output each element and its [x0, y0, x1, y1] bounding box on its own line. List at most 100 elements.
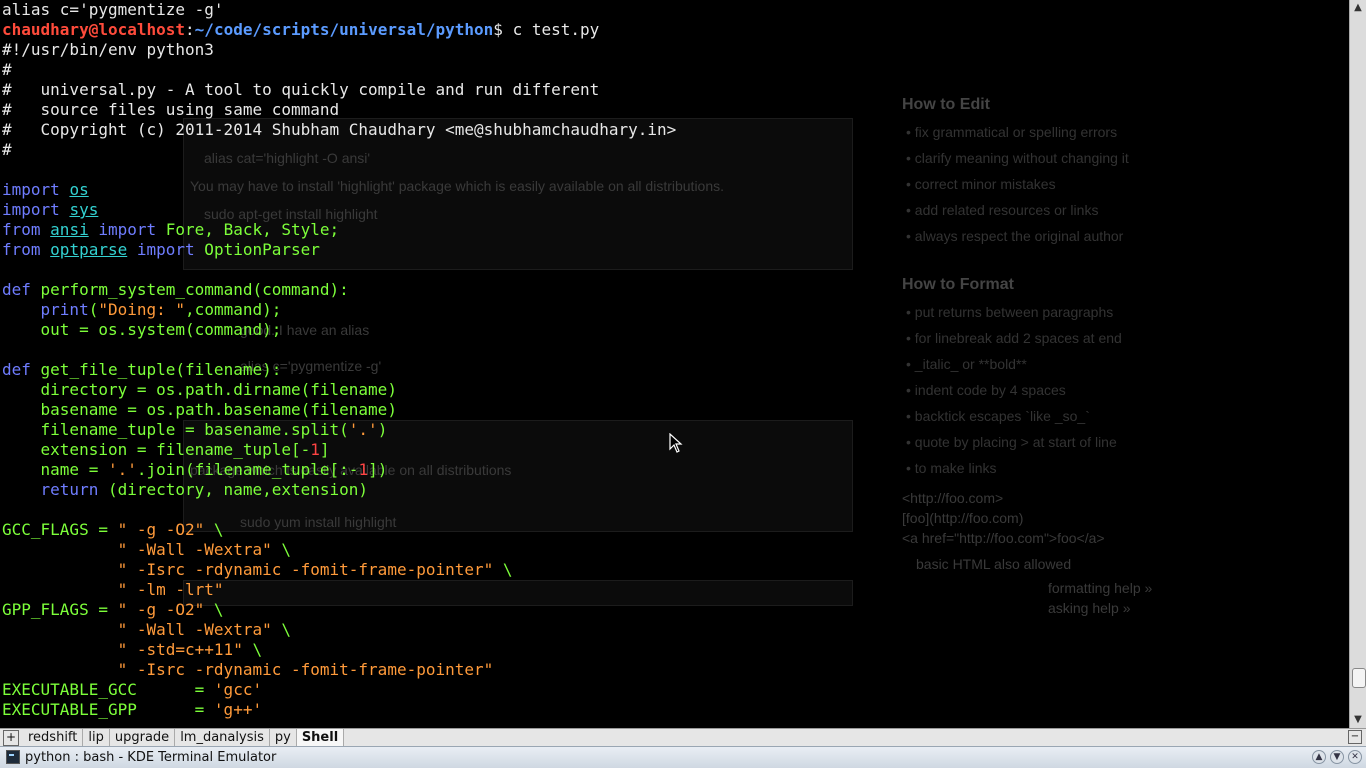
- terminal-token: " -std=c++11": [117, 640, 243, 659]
- terminal-token: OptionParser: [194, 240, 320, 259]
- scroll-up-arrow-icon[interactable]: ▲: [1350, 0, 1366, 16]
- terminal-token: ,command);: [185, 300, 282, 319]
- window-title-bar[interactable]: python : bash - KDE Terminal Emulator ▲ …: [0, 746, 1366, 768]
- terminal-token: 'g++': [213, 700, 263, 719]
- terminal-token: ~/code/scripts/universal/python: [194, 20, 494, 39]
- terminal-token: basename = os.path.basename(filename): [2, 400, 397, 419]
- terminal-token: .join(filename_tuple[:-: [136, 460, 359, 479]
- scroll-down-arrow-icon[interactable]: ▼: [1350, 712, 1366, 728]
- terminal-token: " -Wall -Wextra": [117, 540, 272, 559]
- terminal-token: Fore, Back, Style;: [156, 220, 340, 239]
- tab-lm_danalysis[interactable]: lm_danalysis: [175, 728, 270, 747]
- terminal-app-icon[interactable]: [6, 750, 20, 764]
- terminal-token: " -Isrc -rdynamic -fomit-frame-pointer": [117, 660, 494, 679]
- terminal-token: ]): [368, 460, 388, 479]
- close-tab-icon[interactable]: −: [1348, 730, 1362, 744]
- terminal-token: ): [377, 420, 388, 439]
- new-tab-icon[interactable]: +: [3, 729, 19, 746]
- terminal-token: # Copyright (c) 2011-2014 Shubham Chaudh…: [2, 120, 677, 139]
- terminal-token: # source files using same command: [2, 100, 340, 119]
- terminal-token: os: [69, 180, 89, 199]
- terminal-line: " -Wall -Wextra" \: [2, 540, 1349, 560]
- terminal-token: def: [2, 360, 31, 379]
- terminal-line: GCC_FLAGS = " -g -O2" \: [2, 520, 1349, 540]
- terminal-line: # Copyright (c) 2011-2014 Shubham Chaudh…: [2, 120, 1349, 140]
- terminal-token: import: [2, 180, 60, 199]
- terminal-token: " -g -O2": [117, 520, 205, 539]
- terminal-token: ansi: [50, 220, 89, 239]
- terminal-line: basename = os.path.basename(filename): [2, 400, 1349, 420]
- terminal-token: \: [242, 640, 263, 659]
- terminal-token: # universal.py - A tool to quickly compi…: [2, 80, 600, 99]
- terminal-token: " -Wall -Wextra": [117, 620, 272, 639]
- terminal-line: # universal.py - A tool to quickly compi…: [2, 80, 1349, 100]
- terminal-output[interactable]: alias c='pygmentize -g' chaudhary@localho…: [0, 0, 1349, 728]
- tab-lip[interactable]: lip: [83, 728, 110, 747]
- terminal-line: from ansi import Fore, Back, Style;: [2, 220, 1349, 240]
- terminal-token: \: [204, 520, 224, 539]
- terminal-token: import: [98, 220, 157, 239]
- tab-py[interactable]: py: [270, 728, 297, 747]
- terminal-token: GCC_FLAGS =: [2, 520, 118, 539]
- terminal-token: name =: [2, 460, 108, 479]
- terminal-token: :: [185, 20, 195, 39]
- terminal-line: EXECUTABLE_GPP = 'g++': [2, 700, 1349, 720]
- terminal-token: \: [271, 540, 291, 559]
- tab-upgrade[interactable]: upgrade: [110, 728, 176, 747]
- minimize-icon[interactable]: ▼: [1330, 750, 1344, 764]
- terminal-line: " -lm -lrt": [2, 580, 1349, 600]
- terminal-token: get_file_tuple(filename):: [30, 360, 282, 379]
- terminal-token: 'gcc': [213, 680, 263, 699]
- terminal-token: import: [2, 200, 60, 219]
- terminal-token: " -lm -lrt": [117, 580, 224, 599]
- tab-shell[interactable]: Shell: [296, 728, 345, 747]
- terminal-token: alias c='pygmentize -g': [2, 0, 224, 19]
- terminal-token: sys: [69, 200, 99, 219]
- terminal-line: #: [2, 140, 1349, 160]
- terminal-line: EXECUTABLE_GCC = 'gcc': [2, 680, 1349, 700]
- terminal-token: out = os.system(command);: [2, 320, 282, 339]
- terminal-token: #: [2, 140, 12, 159]
- terminal-line: name = '.'.join(filename_tuple[:-1]): [2, 460, 1349, 480]
- terminal-token: \: [204, 600, 224, 619]
- terminal-token: $ c test.py: [493, 20, 600, 39]
- terminal-token: " -g -O2": [117, 600, 205, 619]
- terminal-token: print: [40, 300, 89, 319]
- terminal-token: import: [136, 240, 195, 259]
- terminal-token: EXECUTABLE_GPP =: [2, 700, 214, 719]
- terminal-token: 1: [310, 440, 320, 459]
- terminal-token: (directory, name,extension): [98, 480, 369, 499]
- close-window-icon[interactable]: ✕: [1348, 750, 1362, 764]
- terminal-tab-bar: + redshift lip upgrade lm_danalysis py Shell …: [0, 728, 1366, 747]
- terminal-token: '.': [107, 460, 137, 479]
- terminal-token: \: [493, 560, 513, 579]
- mouse-pointer-icon: [669, 433, 683, 453]
- terminal-line: return (directory, name,extension): [2, 480, 1349, 500]
- terminal-line: " -std=c++11" \: [2, 640, 1349, 660]
- terminal-line: print("Doing: ",command);: [2, 300, 1349, 320]
- window-title: python : bash - KDE Terminal Emulator: [25, 750, 277, 765]
- terminal-token: " -Isrc -rdynamic -fomit-frame-pointer": [117, 560, 494, 579]
- terminal-line: chaudhary@localhost:~/code/scripts/unive…: [2, 20, 1349, 40]
- keep-above-icon[interactable]: ▲: [1312, 750, 1326, 764]
- terminal-token: extension = filename_tuple[-: [2, 440, 311, 459]
- terminal-token: '.': [348, 420, 378, 439]
- scroll-thumb[interactable]: [1352, 668, 1366, 688]
- terminal-scrollbar[interactable]: ▲ ▼: [1349, 0, 1366, 728]
- terminal-line: #: [2, 60, 1349, 80]
- terminal-line: " -Isrc -rdynamic -fomit-frame-pointer" …: [2, 560, 1349, 580]
- terminal-token: 1: [358, 460, 369, 479]
- terminal-line: GPP_FLAGS = " -g -O2" \: [2, 600, 1349, 620]
- terminal-line: out = os.system(command);: [2, 320, 1349, 340]
- terminal-token: chaudhary@localhost: [2, 20, 186, 39]
- tab-redshift[interactable]: redshift: [23, 728, 84, 747]
